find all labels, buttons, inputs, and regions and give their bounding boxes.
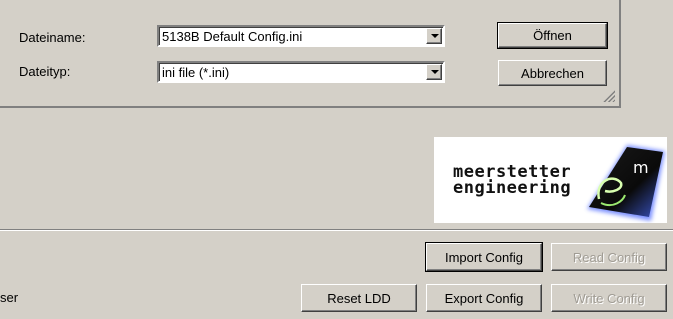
meerstetter-logo: meerstetter engineering m (434, 137, 667, 223)
cancel-button[interactable]: Abbrechen (498, 60, 607, 86)
filename-combobox[interactable]: 5138B Default Config.ini (157, 25, 445, 47)
write-config-button[interactable]: Write Config (551, 284, 667, 312)
export-config-button[interactable]: Export Config (426, 284, 542, 312)
open-button[interactable]: Öffnen (497, 22, 608, 49)
chevron-down-icon[interactable] (426, 28, 442, 44)
filetype-combobox[interactable]: ini file (*.ini) (157, 61, 445, 83)
filename-value[interactable]: 5138B Default Config.ini (162, 29, 302, 44)
filename-label: Dateiname: (19, 30, 86, 45)
resize-grip-icon[interactable] (602, 89, 615, 102)
logo-mark-icon: m (587, 145, 665, 221)
reset-ldd-button[interactable]: Reset LDD (301, 284, 417, 312)
chevron-down-icon[interactable] (426, 64, 442, 80)
separator (0, 229, 673, 231)
logo-text-line2: engineering (453, 178, 572, 198)
status-text: ser (0, 290, 19, 305)
logo-mark-letter: m (633, 158, 649, 177)
read-config-button[interactable]: Read Config (551, 243, 667, 271)
filetype-value[interactable]: ini file (*.ini) (162, 65, 229, 80)
import-config-button[interactable]: Import Config (425, 242, 543, 272)
file-open-dialog: Dateiname: 5138B Default Config.ini Date… (0, 0, 621, 108)
filetype-label: Dateityp: (19, 64, 71, 79)
